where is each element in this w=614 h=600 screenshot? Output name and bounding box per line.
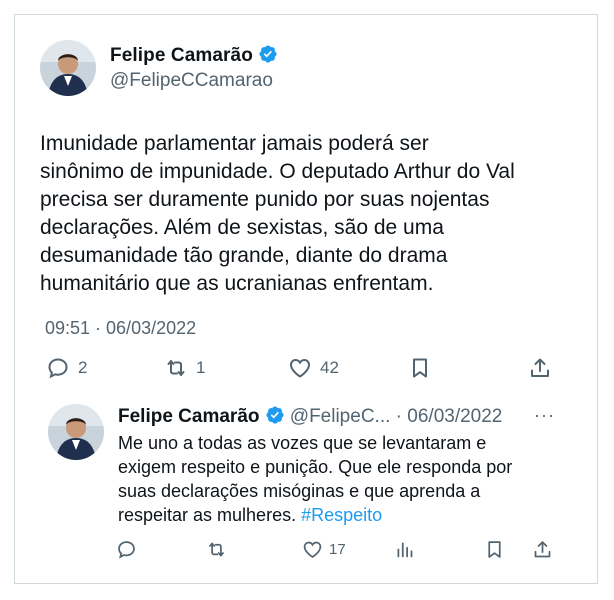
bookmark-button[interactable] [408,356,432,380]
views-chart-icon [397,542,413,558]
reply-author-name[interactable]: Felipe Camarão [118,406,260,427]
avatar-image [40,40,96,96]
avatar-image [48,404,104,460]
heart-icon [303,541,322,558]
tweet-text: Imunidade parlamentar jamais poderá ser … [40,130,570,298]
reply-actions: 17 [116,539,566,565]
like-button[interactable]: 42 [288,356,339,380]
tweet-text-line: precisa ser duramente punido por suas no… [40,188,490,211]
reply-retweet-button[interactable] [206,539,227,560]
tweet-text-line: declarações. Além de sexistas, são de um… [40,216,444,239]
reply-share-button[interactable] [532,539,553,560]
more-options-icon[interactable]: ··· [534,405,555,426]
share-icon [531,358,549,377]
avatar[interactable] [40,40,96,96]
share-button[interactable] [528,356,552,380]
reply-separator: · [390,406,408,427]
tweet-text-line: humanitário que as ucranianas enfrentam. [40,272,434,295]
tweet-text-line: sinônimo de impunidade. O deputado Arthu… [40,160,515,183]
verified-badge-icon [265,406,284,424]
reply-header: Felipe Camarão @FelipeC... · 06/03/2022 [118,405,502,428]
reply-reply-button[interactable] [116,539,137,560]
reply-like-count: 17 [329,541,346,558]
reply-text-line: exigem respeito e punição. Que ele respo… [118,457,513,477]
tweet-actions: 2 1 42 [40,356,560,386]
views-button[interactable] [394,539,415,560]
bookmark-icon [413,358,427,378]
heart-icon [289,358,311,378]
author-name[interactable]: Felipe Camarão [110,44,278,67]
share-icon [534,541,551,558]
reply-text-last: respeitar as mulheres. [118,505,302,525]
tweet-timestamp[interactable]: 09:51 · 06/03/2022 [45,318,196,339]
reply-author-handle[interactable]: @FelipeC... [290,406,391,427]
tweet-text-line: desumanidade tão grande, diante do drama [40,244,448,267]
reply-text-line: respeitar as mulheres. #Respeito [118,503,558,527]
reply-text-line: Me uno a todas as vozes que se levantara… [118,433,487,453]
reply-bookmark-button[interactable] [484,539,505,560]
reply-date[interactable]: 06/03/2022 [407,406,502,427]
retweet-button[interactable]: 1 [164,356,205,380]
reply-avatar[interactable] [48,404,104,460]
retweet-icon [167,360,185,376]
retweet-icon [209,542,224,557]
reply-icon [118,541,135,559]
tweet-text-line: Imunidade parlamentar jamais poderá ser [40,132,429,155]
reply-text: Me uno a todas as vozes que se levantara… [118,431,558,527]
bookmark-icon [488,541,501,558]
hashtag-link[interactable]: #Respeito [301,505,382,525]
reply-like-button[interactable]: 17 [302,539,346,560]
reply-button[interactable]: 2 [46,356,87,380]
reply-count: 2 [78,358,88,377]
reply-text-line: suas declarações misóginas e que aprenda… [118,481,481,501]
reply-icon [48,358,68,379]
verified-badge-icon [259,45,277,63]
author-handle[interactable]: @FelipeCCamarao [110,70,273,92]
like-count: 42 [320,358,339,377]
retweet-count: 1 [196,358,206,377]
